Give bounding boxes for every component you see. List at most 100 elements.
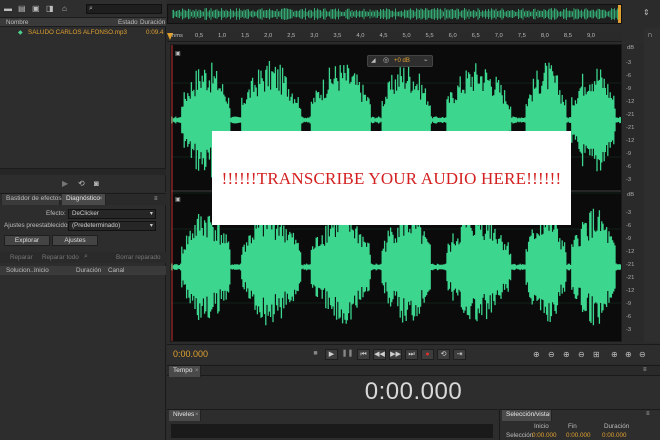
- go-to-end-button[interactable]: ⏭: [405, 349, 418, 360]
- waveform-editor[interactable]: ◢ ◎ +0 dB ⌁ ▣ ▣ !!!!!!TRANSCRIBE YOUR AU…: [170, 44, 622, 342]
- ruler-tick-label: 5,0: [402, 33, 411, 39]
- tab-effects-rack[interactable]: Bastidor de efectos: [2, 194, 62, 205]
- save-icon[interactable]: ▣: [32, 4, 40, 14]
- col-state-header[interactable]: Estado: [118, 19, 138, 26]
- db-scale-label: -21: [626, 125, 635, 131]
- loop-button[interactable]: ⟲: [437, 349, 450, 360]
- effect-select[interactable]: DeClicker ▾: [68, 209, 156, 219]
- play-icon[interactable]: ▶: [62, 179, 68, 189]
- ruler-tick-label: 2,0: [264, 33, 273, 39]
- volume-ramp-icon: ◢: [371, 58, 376, 64]
- zoom-out-icon[interactable]: ⊖: [639, 350, 646, 360]
- zoom-icon[interactable]: ⌕: [84, 252, 88, 262]
- channel-toggle-icon[interactable]: ▣: [175, 195, 181, 205]
- files-toolbar: ▬ ▤ ▣ ◨ ⌂ ⌕: [0, 0, 166, 18]
- ruler-tick-label: 8,5: [563, 33, 572, 39]
- clear-repaired-button[interactable]: Borrar reparado: [116, 254, 160, 261]
- headphones-icon[interactable]: ∩: [647, 30, 653, 40]
- col-duration-header[interactable]: Duración: [76, 267, 101, 274]
- file-name: SALUDO CARLOS ALFONSO.mp3: [28, 29, 128, 36]
- zoom-in-icon[interactable]: ⊕: [611, 350, 618, 360]
- scan-button[interactable]: Explorar: [4, 235, 50, 246]
- col-solution-header[interactable]: Solucion...: [6, 267, 35, 274]
- stop-button[interactable]: ■: [309, 349, 322, 360]
- overview-handle-right[interactable]: [618, 5, 621, 23]
- open-folder-icon[interactable]: ▬: [4, 4, 12, 14]
- close-icon[interactable]: ×: [99, 194, 103, 204]
- fast-forward-button[interactable]: ▶▶: [389, 349, 402, 360]
- close-icon[interactable]: ×: [547, 410, 551, 420]
- file-search-input[interactable]: ⌕: [86, 4, 162, 14]
- ruler-tick-label: 1,0: [218, 33, 227, 39]
- overview-strip[interactable]: [167, 4, 622, 24]
- autoplay-icon[interactable]: ◙: [94, 179, 99, 189]
- import-icon[interactable]: ▤: [18, 4, 26, 14]
- ruler-tick-label: 3,5: [333, 33, 342, 39]
- file-list-item[interactable]: ◆ SALUDO CARLOS ALFONSO.mp3 0:09.4: [0, 28, 166, 37]
- play-button[interactable]: ▶: [325, 349, 338, 360]
- skip-button[interactable]: ⇥: [453, 349, 466, 360]
- loop-icon[interactable]: ⟲: [78, 179, 85, 189]
- zoom-out-time-icon[interactable]: ⊖: [578, 350, 585, 360]
- files-scrollbar[interactable]: [0, 168, 166, 175]
- col-name-header[interactable]: Nombre: [6, 19, 28, 26]
- close-icon[interactable]: ×: [195, 410, 199, 420]
- panel-menu-icon[interactable]: ≡: [643, 365, 647, 375]
- col-channel-header[interactable]: Canal: [108, 267, 124, 274]
- ruler-tick-label: 1,5: [241, 33, 250, 39]
- preset-label: Ajustes preestablecidos:: [4, 222, 73, 229]
- zoom-in-amplitude-icon[interactable]: ⊕: [533, 350, 540, 360]
- ruler-tick-label: 6,5: [471, 33, 480, 39]
- go-to-start-button[interactable]: ⏮: [357, 349, 370, 360]
- audio-file-icon: ◆: [18, 30, 23, 36]
- hud-gain-control[interactable]: ◢ ◎ +0 dB ⌁: [367, 55, 433, 67]
- level-meter: [171, 424, 493, 438]
- rewind-button[interactable]: ◀◀: [373, 349, 386, 360]
- selection-start[interactable]: 0:00.000: [532, 432, 557, 439]
- delete-icon[interactable]: ⌂: [62, 4, 67, 14]
- effect-label: Efecto:: [46, 210, 66, 217]
- time-panel: Tempo × ≡ 0:00.000: [167, 365, 660, 409]
- ruler-tick-label: 8,0: [540, 33, 549, 39]
- record-button[interactable]: ●: [421, 349, 434, 360]
- repair-all-button[interactable]: Reparar todo: [42, 254, 79, 261]
- pause-button[interactable]: ❚❚: [341, 349, 354, 360]
- channel-toggle-icon[interactable]: ▣: [175, 49, 181, 59]
- ruler-tick-label: 0,5: [195, 33, 204, 39]
- db-scale-label: -6: [626, 73, 632, 79]
- overview-waveform-path: [172, 8, 618, 20]
- selection-panel: Selección/vista × ≡ Inicio Fin Duración …: [499, 409, 660, 440]
- selection-duration[interactable]: 0:00.000: [602, 432, 627, 439]
- files-header: Nombre Estado Duración: [0, 18, 166, 27]
- col-duration-header[interactable]: Duración: [140, 19, 165, 26]
- ruler-tick-label: 5,5: [425, 33, 434, 39]
- repair-button[interactable]: Reparar: [10, 254, 33, 261]
- tab-selection-view[interactable]: Selección/vista: [502, 410, 552, 421]
- ruler-tick-label: 4,0: [356, 33, 365, 39]
- db-scale-label: -9: [626, 301, 632, 307]
- effect-value: DeClicker: [72, 210, 99, 217]
- time-ruler[interactable]: hms 0,5 1,0 1,5 2,0 2,5 3,0 3,5 4,0 4,5 5,0 5,5 6,0…: [167, 31, 622, 42]
- col-start-header[interactable]: Inicio: [34, 267, 49, 274]
- selection-row-label: Selección: [506, 432, 534, 439]
- panel-menu-icon[interactable]: ≡: [646, 409, 650, 419]
- panel-menu-icon[interactable]: ≡: [154, 194, 158, 204]
- settings-button[interactable]: Ajustes: [52, 235, 98, 246]
- preset-select[interactable]: (Predeterminado) ▾: [68, 221, 156, 231]
- current-time[interactable]: 0:00.000: [173, 349, 208, 359]
- zoom-navigator-icon[interactable]: ⇕: [643, 8, 650, 18]
- db-scale-label: -21: [626, 112, 635, 118]
- file-duration: 0:09.4: [146, 29, 164, 36]
- pin-icon[interactable]: ⌁: [424, 56, 428, 66]
- close-icon[interactable]: ×: [195, 366, 199, 376]
- zoom-in-time-icon[interactable]: ⊕: [563, 350, 570, 360]
- col-start-header: Inicio: [534, 423, 549, 430]
- insert-icon[interactable]: ◨: [46, 4, 54, 14]
- db-scale-label: -3: [626, 327, 632, 333]
- zoom-out-amplitude-icon[interactable]: ⊖: [548, 350, 555, 360]
- files-panel: Nombre Estado Duración ◆ SALUDO CARLOS A…: [0, 18, 166, 192]
- gain-knob-icon[interactable]: ◎: [383, 56, 389, 66]
- zoom-in-icon[interactable]: ⊕: [625, 350, 632, 360]
- zoom-full-icon[interactable]: ⊞: [593, 350, 600, 360]
- selection-end[interactable]: 0:00.000: [566, 432, 591, 439]
